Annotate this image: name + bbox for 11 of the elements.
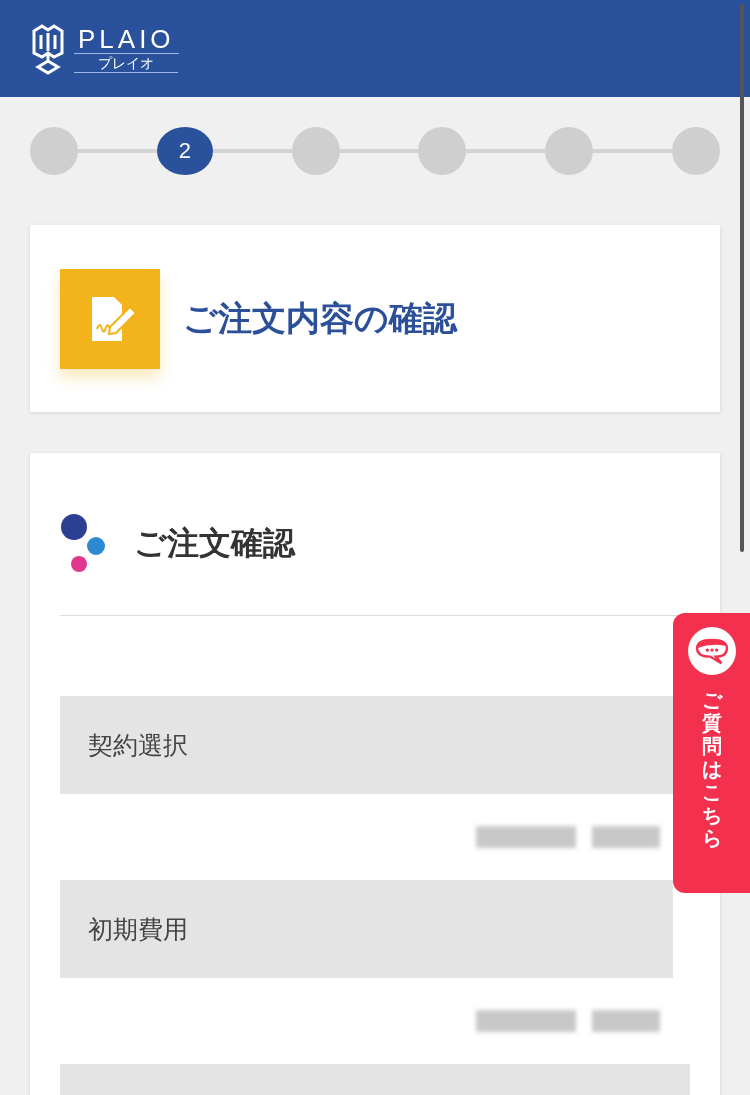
document-edit-icon bbox=[60, 268, 160, 369]
logo-wordmark: PLAIO bbox=[74, 24, 179, 54]
section-title: ご注文確認 bbox=[134, 523, 295, 564]
dots-icon bbox=[60, 513, 106, 573]
question-tab-button[interactable]: ご質問はこちら bbox=[673, 613, 750, 893]
logo-subtitle: プレイオ bbox=[74, 53, 179, 73]
chat-bubble-icon bbox=[687, 627, 736, 675]
field-label: 初期費用 bbox=[88, 913, 188, 946]
step-indicator: 2 bbox=[156, 127, 213, 175]
field-label: 契約選択 bbox=[88, 729, 188, 762]
page-title: ご注文内容の確認 bbox=[183, 296, 457, 340]
